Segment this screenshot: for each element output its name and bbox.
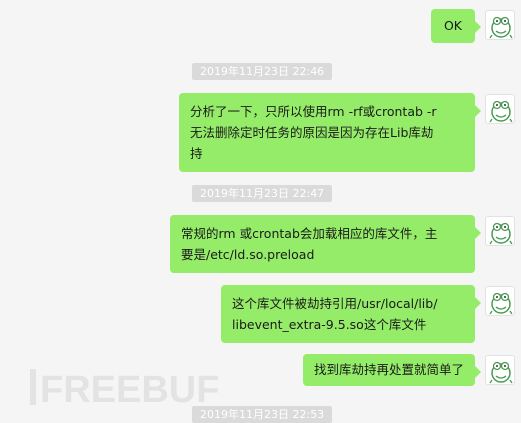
cartoon-avatar-icon [489,16,513,39]
cartoon-avatar-icon [489,292,513,315]
timestamp: 2019年11月23日 22:46 [192,63,333,80]
timestamp: 2019年11月23日 22:47 [192,185,333,202]
message-bubble[interactable]: 常规的rm 或crontab会加载相应的库文件，主 要是/etc/ld.so.p… [170,215,481,273]
svg-text:FREEBUF: FREEBUF [40,369,219,409]
avatar[interactable] [485,94,515,124]
message-bubble[interactable]: 找到库劫持再处置就简单了 [302,354,482,386]
avatar[interactable] [485,10,515,40]
message-bubble[interactable]: 这个库文件被劫持引用/usr/local/lib/ libevent_extra… [221,285,481,343]
message-bubble[interactable]: OK [430,9,482,43]
watermark-logo: FREEBUF [30,369,219,409]
avatar[interactable] [485,355,515,385]
message-bubble[interactable]: 分析了一下，只所以使用rm -rf或crontab -r 无法删除定时任务的原因… [179,93,481,172]
chat-window: OK 2019年11月23日 22:46 分析了一下，只所以使用rm -rf或c… [0,0,521,423]
avatar[interactable] [485,286,515,316]
cartoon-avatar-icon [489,100,513,123]
avatar[interactable] [485,216,515,246]
cartoon-avatar-icon [489,222,513,245]
cartoon-avatar-icon [489,361,513,384]
